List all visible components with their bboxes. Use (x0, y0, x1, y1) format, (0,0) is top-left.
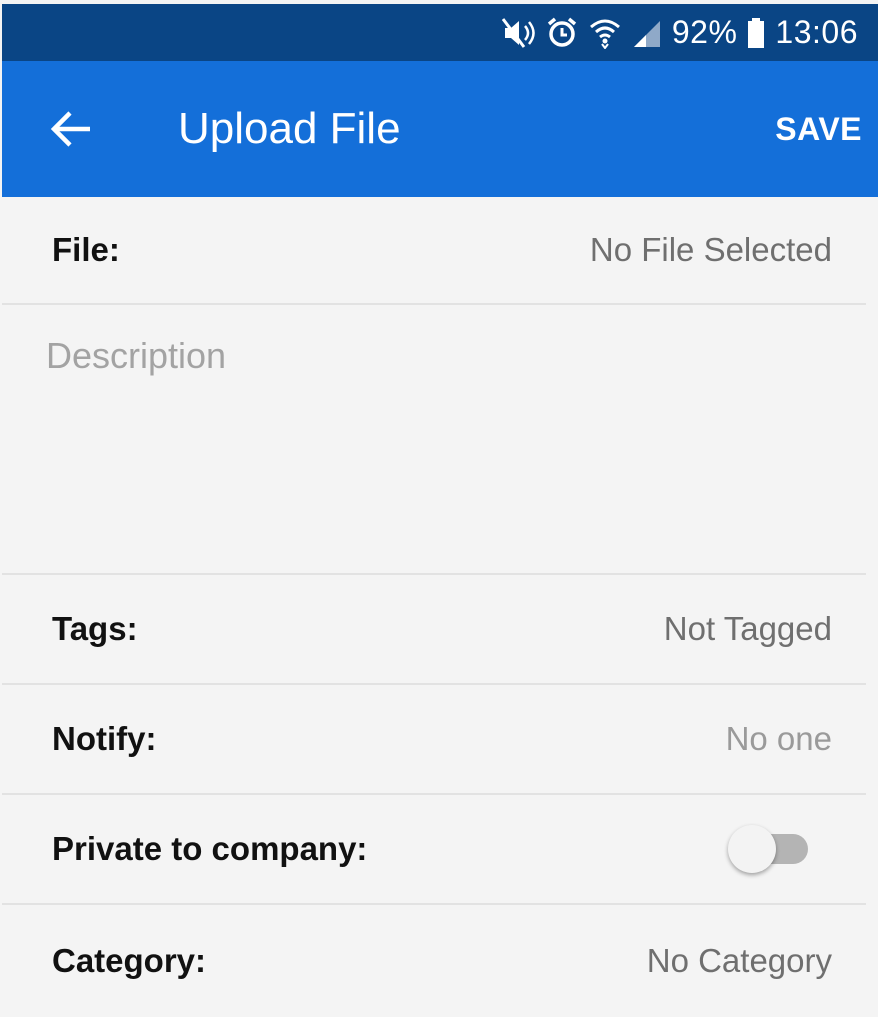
toggle-thumb (728, 825, 776, 873)
description-input[interactable] (46, 335, 826, 555)
arrow-left-icon (50, 109, 94, 154)
alarm-icon (546, 17, 578, 49)
clock: 13:06 (775, 14, 858, 50)
battery-icon (747, 17, 765, 49)
battery-percent: 92% (671, 14, 738, 50)
notify-label: Notify: (52, 720, 157, 757)
private-row: Private to company: (2, 795, 866, 905)
category-label: Category: (52, 942, 207, 979)
notify-value: No one (725, 720, 832, 757)
tags-row[interactable]: Tags: Not Tagged (2, 575, 866, 685)
app-bar: Upload File SAVE (2, 61, 878, 197)
file-label: File: (52, 231, 120, 268)
private-label: Private to company: (52, 830, 368, 867)
status-icons: 92% 13:06 (501, 4, 858, 61)
signal-icon (632, 17, 662, 49)
tags-label: Tags: (52, 610, 138, 647)
wifi-icon (588, 17, 622, 49)
file-value: No File Selected (589, 231, 832, 268)
status-bar: 92% 13:06 (2, 4, 878, 61)
tags-value: Not Tagged (663, 610, 832, 647)
notify-row[interactable]: Notify: No one (2, 685, 866, 795)
description-row (2, 305, 866, 575)
private-toggle[interactable] (728, 825, 808, 873)
upload-form: File: No File Selected Tags: Not Tagged … (2, 197, 866, 1017)
back-button[interactable] (42, 101, 102, 161)
save-button[interactable]: SAVE (775, 61, 862, 197)
file-row[interactable]: File: No File Selected (2, 197, 866, 305)
category-value: No Category (646, 942, 832, 979)
category-row[interactable]: Category: No Category (2, 905, 866, 1017)
mute-icon (501, 17, 536, 49)
page-title: Upload File (178, 104, 401, 153)
